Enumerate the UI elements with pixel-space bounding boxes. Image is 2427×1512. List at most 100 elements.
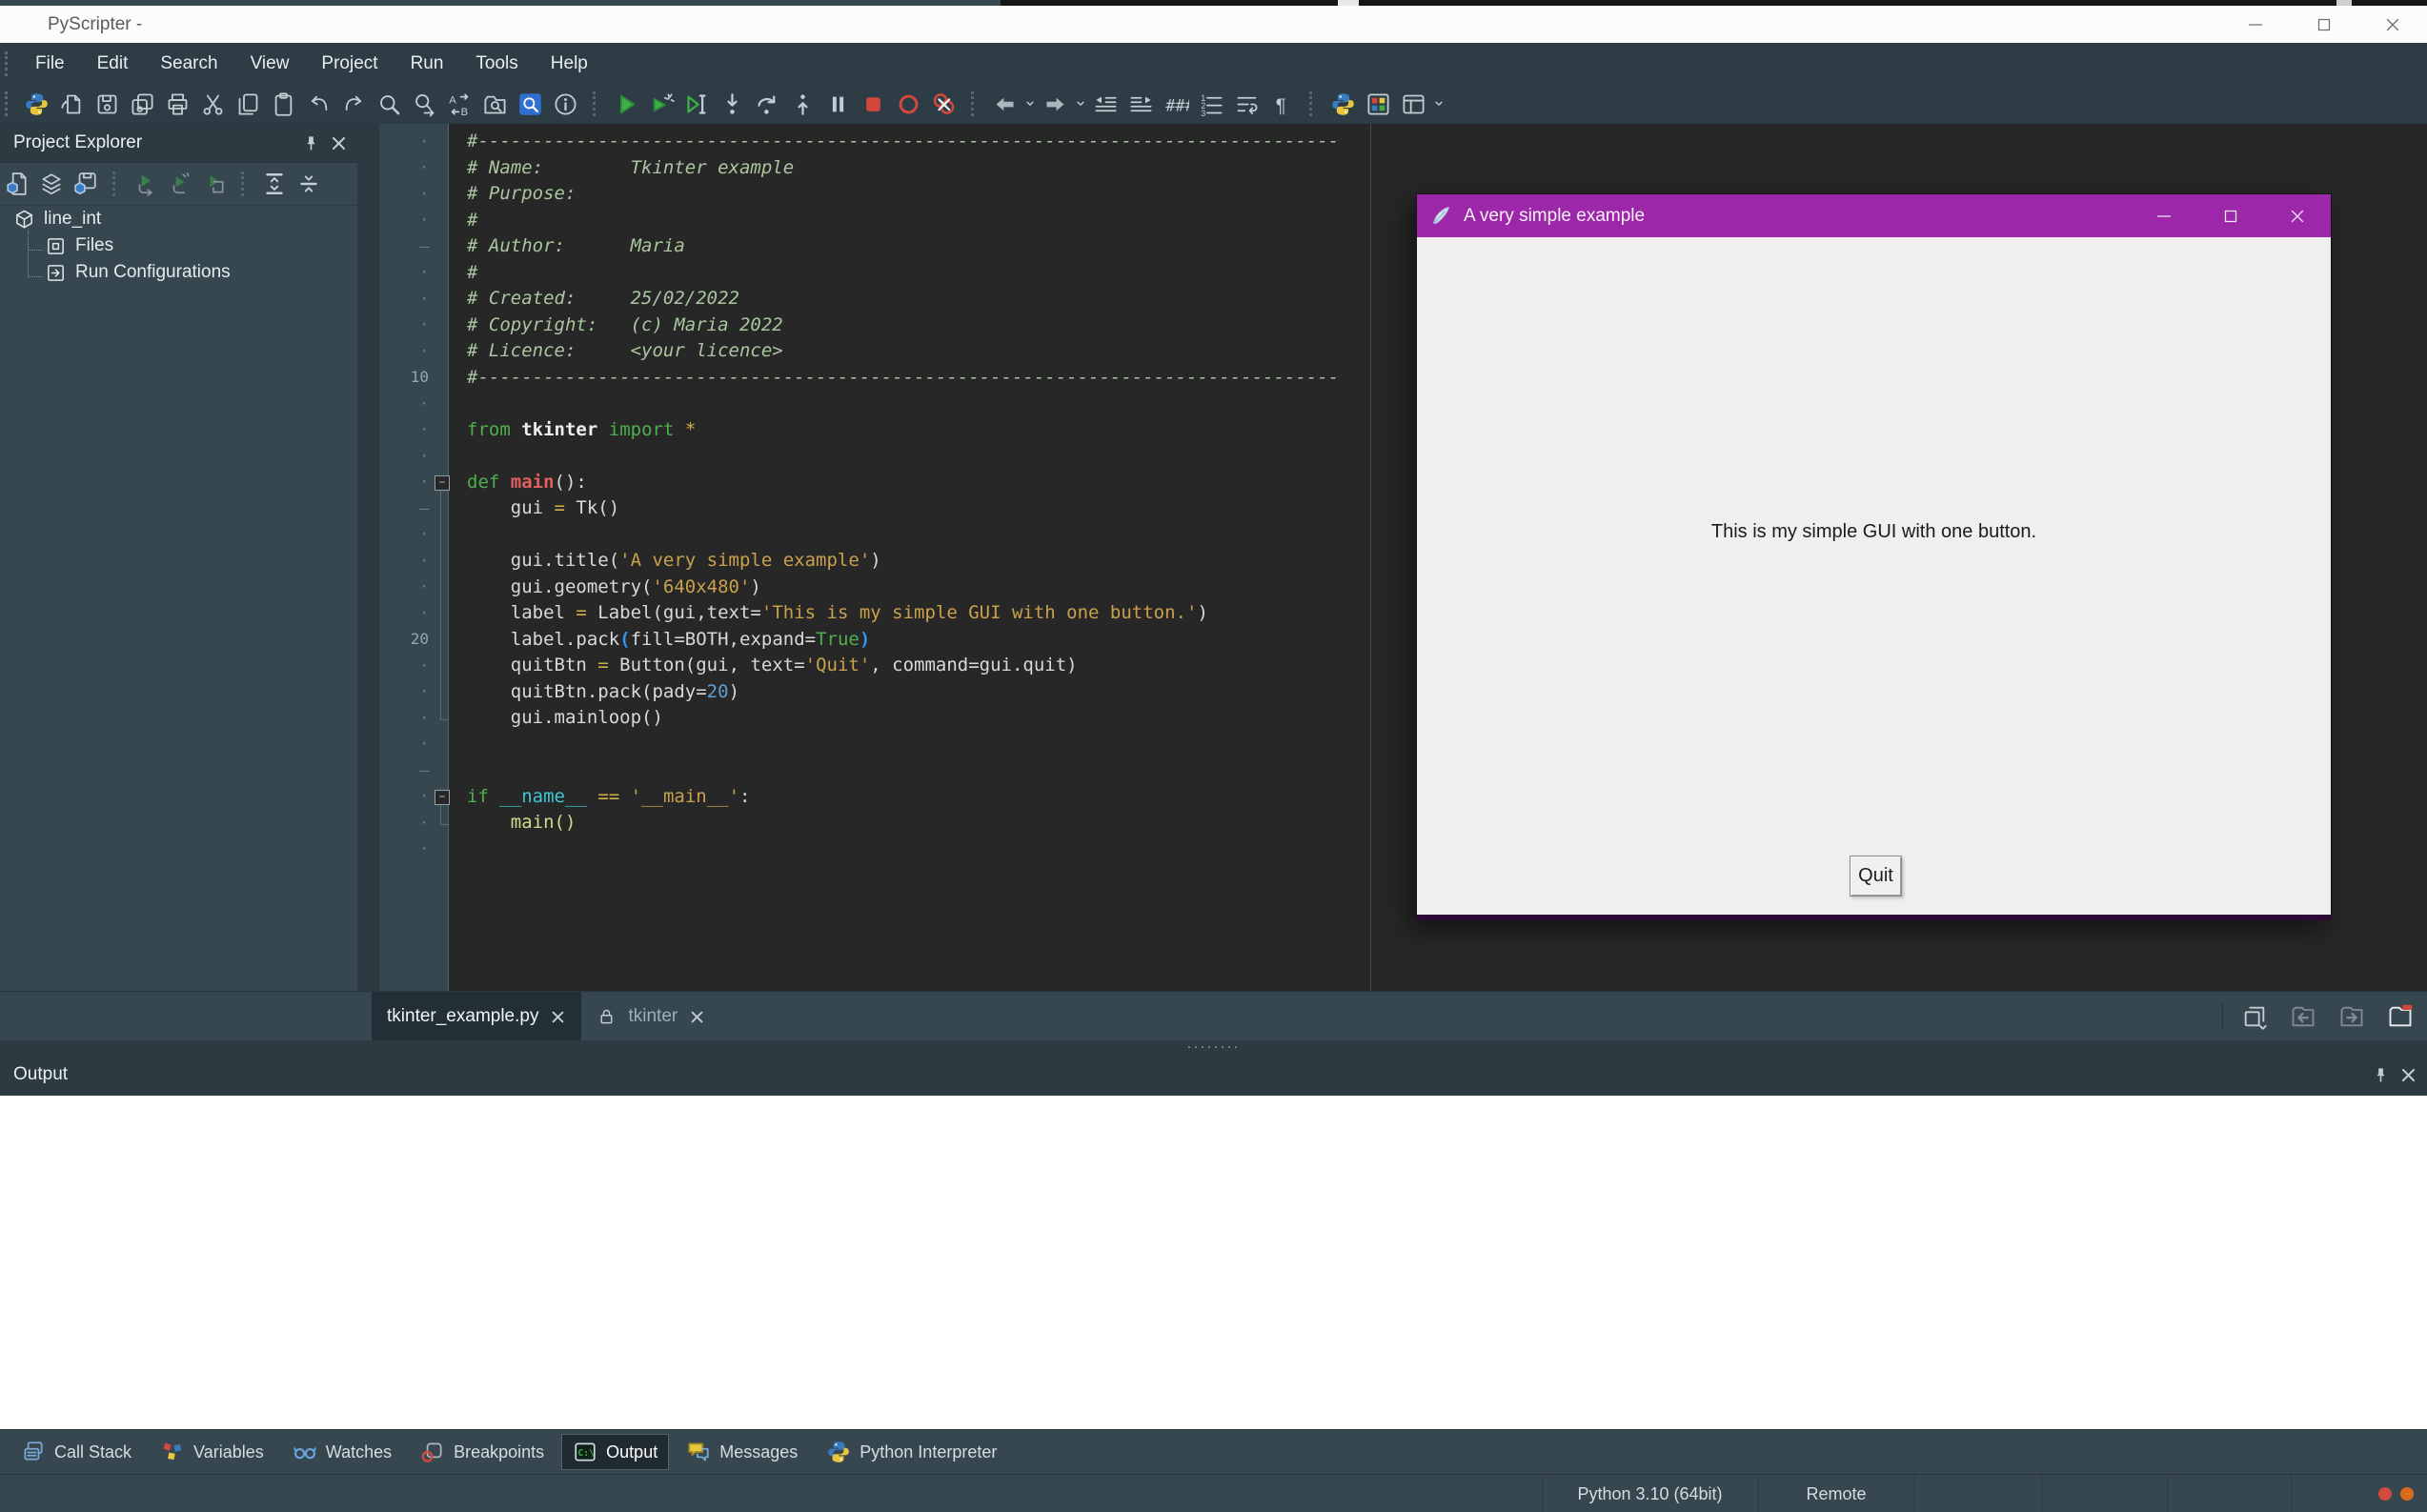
print-button[interactable]	[160, 87, 195, 121]
bottom-tab-output[interactable]: C:\Output	[561, 1434, 669, 1470]
gutter-cell[interactable]: ·	[379, 709, 429, 727]
bottom-tab-breakpoints[interactable]: Breakpoints	[409, 1434, 556, 1470]
gutter-cell[interactable]: –	[379, 237, 429, 255]
new-project-button[interactable]	[0, 167, 34, 201]
gutter-cell[interactable]: 20	[379, 630, 429, 648]
gutter-cell[interactable]: ·	[379, 185, 429, 203]
search-next-button[interactable]	[407, 87, 442, 121]
search-highlight-button[interactable]	[513, 87, 548, 121]
step-out-button[interactable]	[785, 87, 820, 121]
bottom-tab-watches[interactable]: Watches	[281, 1434, 403, 1470]
title-bar[interactable]: PyScripter -	[0, 6, 2427, 43]
menu-file[interactable]: File	[19, 44, 81, 84]
close-tab-icon[interactable]	[689, 1009, 705, 1025]
project-explorer-header[interactable]: Project Explorer	[0, 124, 357, 163]
paste-button[interactable]	[266, 87, 301, 121]
chevron-down-button[interactable]	[1431, 87, 1446, 121]
chevron-down-button[interactable]	[1022, 87, 1038, 121]
fold-box[interactable]: −	[435, 790, 450, 805]
previous-tab-button[interactable]	[2285, 999, 2320, 1034]
tk-close-button[interactable]	[2264, 194, 2331, 237]
bottom-tab-messages[interactable]: Messages	[675, 1434, 809, 1470]
python-logo-button[interactable]	[1325, 87, 1361, 121]
gutter-cell[interactable]: ·	[379, 263, 429, 281]
cut-button[interactable]	[195, 87, 231, 121]
save-project-button[interactable]	[69, 167, 103, 201]
run-project-button[interactable]	[129, 167, 163, 201]
horizontal-splitter[interactable]: ········	[0, 1040, 2427, 1054]
undo-button[interactable]	[301, 87, 336, 121]
expand-all-button[interactable]	[257, 167, 292, 201]
modules-button[interactable]	[1361, 87, 1396, 121]
word-wrap-button[interactable]	[1229, 87, 1264, 121]
close-tab-button[interactable]	[2382, 999, 2417, 1034]
save-file-button[interactable]	[90, 87, 125, 121]
menu-edit[interactable]: Edit	[81, 44, 145, 84]
run-to-cursor-button[interactable]	[679, 87, 715, 121]
gutter-cell[interactable]: ·	[379, 577, 429, 595]
gutter-cell[interactable]: ·	[379, 552, 429, 570]
menu-run[interactable]: Run	[394, 44, 460, 84]
replace-button[interactable]: AB	[442, 87, 477, 121]
quit-button[interactable]: Quit	[1850, 856, 1902, 897]
find-in-files-button[interactable]	[477, 87, 513, 121]
gutter-cell[interactable]: ·	[379, 158, 429, 176]
tk-maximize-button[interactable]	[2197, 194, 2264, 237]
gutter-cell[interactable]: ·	[379, 735, 429, 753]
close-icon[interactable]	[2399, 1066, 2417, 1084]
chevron-down-button[interactable]	[1073, 87, 1088, 121]
gutter-cell[interactable]: ·	[379, 447, 429, 465]
gutter-cell[interactable]: ·	[379, 656, 429, 675]
menu-help[interactable]: Help	[535, 44, 604, 84]
fold-marker[interactable]: −	[429, 469, 467, 495]
new-python-file-button[interactable]	[19, 87, 54, 121]
gutter-cell[interactable]: ·	[379, 394, 429, 413]
gutter-cell[interactable]: ·	[379, 814, 429, 832]
menu-grip[interactable]	[5, 51, 11, 76]
code-line[interactable]: ·#--------------------------------------…	[379, 128, 1809, 154]
layouts-button[interactable]	[1396, 87, 1431, 121]
menu-project[interactable]: Project	[305, 44, 394, 84]
info-button[interactable]	[548, 87, 583, 121]
gutter-cell[interactable]: ·	[379, 132, 429, 151]
close-tab-icon[interactable]	[550, 1009, 566, 1025]
redo-button[interactable]	[336, 87, 372, 121]
gutter-cell[interactable]: ·	[379, 315, 429, 333]
step-over-button[interactable]	[750, 87, 785, 121]
gutter-cell[interactable]: –	[379, 761, 429, 779]
tree-item-run-configurations[interactable]: Run Configurations	[0, 259, 357, 286]
gutter-cell[interactable]: 10	[379, 368, 429, 386]
nav-forward-button[interactable]	[1038, 87, 1073, 121]
tree-item-line_int[interactable]: line_int	[0, 206, 357, 232]
step-into-button[interactable]	[715, 87, 750, 121]
vertical-splitter[interactable]	[357, 124, 379, 991]
copy-button[interactable]	[231, 87, 266, 121]
pause-button[interactable]	[820, 87, 856, 121]
search-button[interactable]	[372, 87, 407, 121]
project-layers-button[interactable]	[34, 167, 69, 201]
gutter-cell[interactable]: ·	[379, 839, 429, 857]
output-panel-header[interactable]: Output	[0, 1054, 2427, 1097]
clear-breakpoints-button[interactable]	[926, 87, 961, 121]
gutter-cell[interactable]: ·	[379, 290, 429, 308]
indent-button[interactable]	[1123, 87, 1159, 121]
editor-tab-tkinter[interactable]: tkinter	[581, 992, 720, 1041]
menu-view[interactable]: View	[234, 44, 306, 84]
bottom-tab-variables[interactable]: Variables	[149, 1434, 275, 1470]
nav-back-button[interactable]	[987, 87, 1022, 121]
close-icon[interactable]	[330, 134, 348, 152]
tab-list-button[interactable]	[2236, 999, 2272, 1034]
fold-box[interactable]: −	[435, 475, 450, 491]
open-file-button[interactable]	[54, 87, 90, 121]
code-line[interactable]: ·# Name: Tkinter example	[379, 154, 1809, 181]
run-config-button[interactable]	[197, 167, 232, 201]
gutter-cell[interactable]: ·	[379, 420, 429, 438]
run-button[interactable]	[609, 87, 644, 121]
next-tab-button[interactable]	[2334, 999, 2369, 1034]
debug-button[interactable]	[644, 87, 679, 121]
gutter-cell[interactable]: ·	[379, 525, 429, 543]
tk-minimize-button[interactable]	[2131, 194, 2197, 237]
gutter-cell[interactable]: ·	[379, 604, 429, 622]
tree-item-files[interactable]: Files	[0, 232, 357, 259]
menu-tools[interactable]: Tools	[459, 44, 534, 84]
